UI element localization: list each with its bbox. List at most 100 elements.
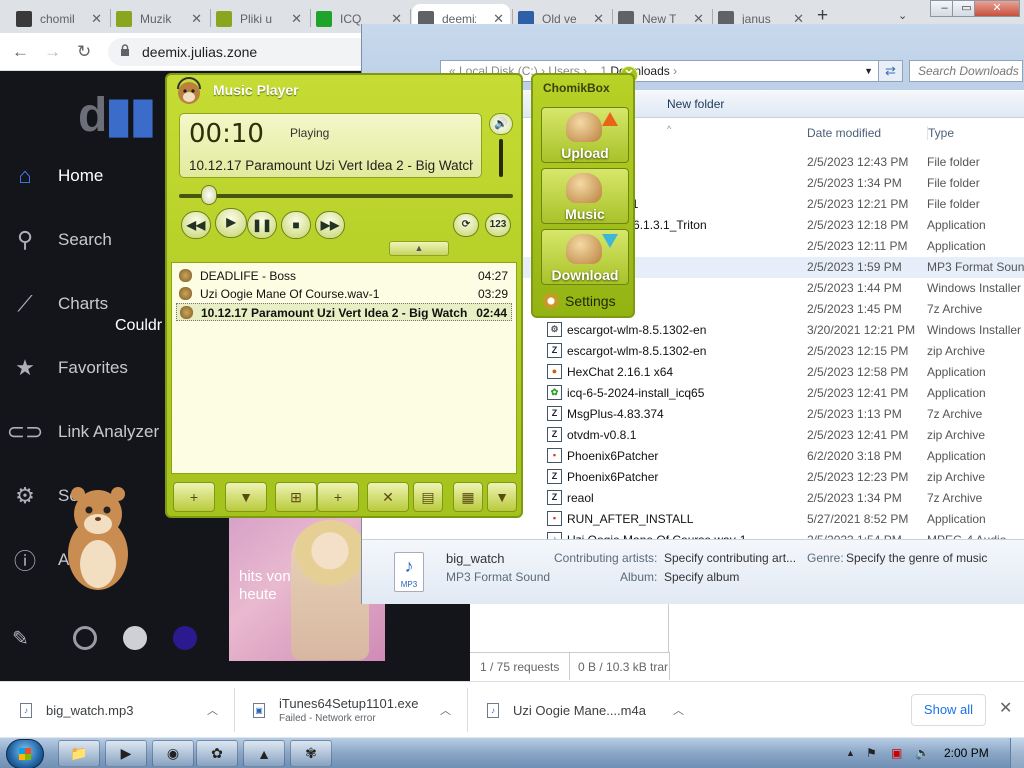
action-center-icon[interactable]: ⚑ [866,746,877,760]
tab-search-chevron-icon[interactable]: ⌄ [898,9,907,22]
add-files-button[interactable]: ⊞ [275,482,317,512]
nav-item-home[interactable]: ⌂ Home [0,163,103,189]
column-type[interactable]: Type [927,126,954,140]
collapse-playlist-button[interactable]: ▲ [389,241,449,256]
close-tab-icon[interactable]: ✕ [291,11,302,27]
nav-item-trending[interactable]: ⟋ Charts [0,291,108,317]
contributing-artists-field[interactable]: Specify contributing art... [664,551,796,565]
volume-icon[interactable]: 🔈 [915,746,930,760]
sort-button[interactable]: ▼ [225,482,267,512]
details-pane: ♪ MP3 big_watch MP3 Format Sound Contribu… [362,539,1024,604]
network-error-icon[interactable]: ▣ [891,746,902,760]
repeat-button[interactable]: ⟳ [453,213,479,237]
player-title-bar[interactable]: Music Player [167,75,521,107]
music-button[interactable]: Music [541,168,629,224]
chevron-up-icon[interactable]: ︿ [440,702,451,718]
close-tab-icon[interactable]: ✕ [91,11,102,27]
show-all-downloads-button[interactable]: Show all [911,694,986,726]
stop-button[interactable]: ■ [281,211,311,239]
column-date-modified[interactable]: Date modified [807,126,881,140]
genre-field[interactable]: Specify the genre of music [846,551,987,565]
theme-swatch[interactable] [73,626,97,650]
nav-item-link[interactable]: ⊂⊃ Link Analyzer [0,419,160,445]
settings-button[interactable]: Settings [543,293,616,309]
volume-slider[interactable] [499,139,503,177]
tab-title: Pliki u [240,11,273,26]
messenger-taskbar-icon[interactable]: ✿ [196,740,238,767]
sort-indicator-icon: ^ [667,124,672,134]
explorer-taskbar-icon[interactable]: 📁 [58,740,100,767]
taskbar-clock[interactable]: 2:00 PM [944,746,989,760]
browser-tab[interactable]: Muzik ✕ [110,4,208,33]
new-folder-button[interactable]: New folder [667,97,724,111]
close-tab-icon[interactable]: ✕ [191,11,202,27]
browser-tab[interactable]: chomik ✕ [10,4,108,33]
start-button[interactable] [6,739,44,768]
download-item-itunes[interactable]: ▣ iTunes64Setup1101.exe Failed - Network… [253,682,451,738]
close-shelf-icon[interactable]: ✕ [999,698,1012,718]
back-arrow-icon[interactable]: ← [12,42,29,62]
track-icon [179,269,192,282]
seek-handle[interactable] [201,185,218,205]
pause-button[interactable]: ❚❚ [247,211,277,239]
info-icon: ⓘ [13,549,36,574]
volume-speaker-icon[interactable]: 🔊 [489,113,513,135]
chevron-up-icon[interactable]: ︿ [207,702,218,718]
forward-button[interactable]: ▶▶ [315,211,345,239]
search-downloads-input[interactable]: Search Downloads [909,60,1023,82]
rewind-button[interactable]: ◀◀ [181,211,211,239]
file-name: icq-6-5-2024-install_icq65 [567,386,705,400]
download-filename: Uzi Oogie Mane....m4a [513,702,646,718]
chrome-taskbar-icon[interactable]: ◉ [152,740,194,767]
address-dropdown-icon[interactable]: ▼ [864,61,873,81]
media-player-taskbar-icon[interactable]: ▶ [105,740,147,767]
brush-icon[interactable]: ✎ [12,626,29,651]
reload-icon[interactable]: ↻ [77,42,91,62]
seek-bar[interactable] [179,194,513,198]
theme-swatch[interactable] [173,626,197,650]
devtools-network-panel: 1 / 75 requests 0 B / 10.3 kB trar [470,604,1024,681]
nav-item-search[interactable]: ⚲ Search [0,227,112,253]
download-button[interactable]: Download [541,229,629,285]
add-track-button[interactable]: + [173,482,215,512]
upload-button[interactable]: Upload [541,107,629,163]
show-desktop-button[interactable] [1010,738,1024,768]
explorer-refresh-icon[interactable]: ⇄ [878,60,903,82]
remove-button[interactable]: ✕ [367,482,409,512]
track-icon [180,306,193,319]
playlist-row[interactable]: 10.12.17 Paramount Uzi Vert Idea 2 - Big… [176,303,512,321]
download-item-big-watch[interactable]: ♪ big_watch.mp3 ︿ [20,682,218,738]
album-field[interactable]: Specify album [664,570,739,584]
upload-label: Upload [561,145,609,161]
save-playlist-button[interactable]: ▦ [453,482,483,512]
playlist-menu-button[interactable]: ▼ [487,482,517,512]
album-cover-caption: hits von heute [239,568,291,603]
hamster-headphones-icon [177,77,201,104]
playlist-row[interactable]: DEADLIFE - Boss 04:27 [176,267,512,285]
playlist-row[interactable]: Uzi Oogie Mane Of Course.wav-1 03:29 [176,285,512,303]
close-window-button[interactable]: ✕ [974,0,1020,17]
chevron-up-icon[interactable]: ︿ [673,702,684,718]
file-date: 2/5/2023 12:58 PM [807,365,909,379]
file-name: RUN_AFTER_INSTALL [567,512,694,526]
play-button[interactable]: ▶ [215,208,247,238]
windows-logo-icon [19,748,31,760]
chomikbox-taskbar-icon[interactable]: ▲ [243,740,285,767]
tray-expand-icon[interactable]: ▲ [846,748,855,758]
icq-taskbar-icon[interactable]: ✾ [290,740,332,767]
download-item-uzi[interactable]: ♪ Uzi Oogie Mane....m4a ︿ [487,682,684,738]
new-playlist-button[interactable]: ▤ [413,482,443,512]
add-folder-button[interactable]: + [317,482,359,512]
transfer-size: 0 B / 10.3 kB trar [570,652,670,680]
browser-tab[interactable]: Pliki u ✕ [210,4,308,33]
theme-swatch[interactable] [123,626,147,650]
shuffle-button[interactable]: 123 [485,213,511,237]
file-date: 5/27/2021 8:52 PM [807,512,909,526]
zip-file-icon: Z [547,469,562,484]
nav-item-star[interactable]: ★ Favorites [0,355,128,381]
file-type: MP3 Format Sound [927,260,1024,274]
file-date: 2/5/2023 1:13 PM [807,407,902,421]
forward-arrow-icon[interactable]: → [44,42,61,62]
file-name: otvdm-v0.8.1 [567,428,637,442]
request-count: 1 / 75 requests [470,652,570,680]
